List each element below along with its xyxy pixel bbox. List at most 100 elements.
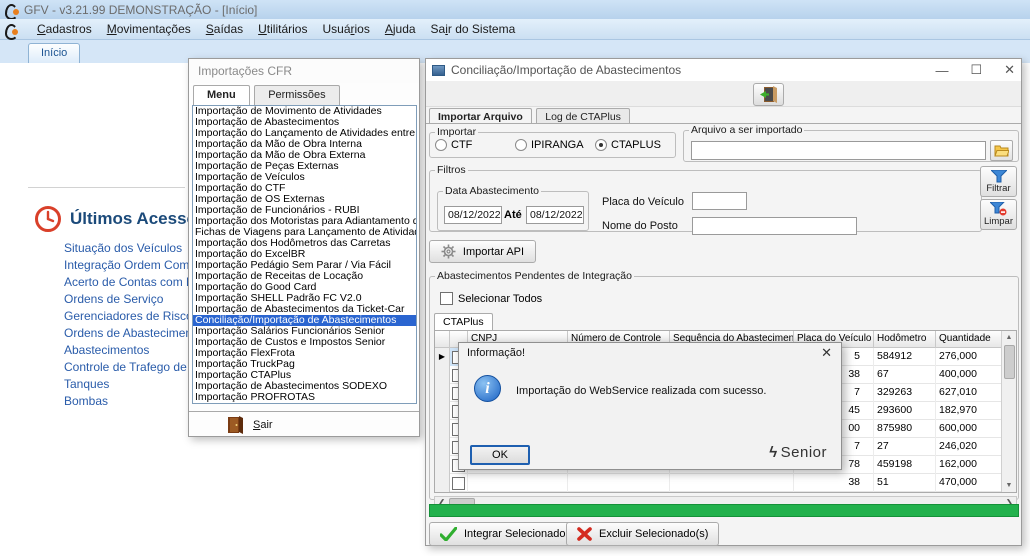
row-checkbox[interactable] <box>452 476 465 490</box>
tab-permissoes[interactable]: Permissões <box>254 85 340 105</box>
maximize-button[interactable]: ☐ <box>970 62 982 78</box>
posto-label: Nome do Posto <box>602 220 678 232</box>
home-link[interactable]: Controle de Trafego de Veíc <box>64 359 213 376</box>
home-link[interactable]: Gerenciadores de Risco <box>64 308 194 325</box>
menubar-item-ajuda[interactable]: Ajuda <box>385 22 416 36</box>
selecionar-todos-checkbox[interactable] <box>440 292 453 305</box>
home-link[interactable]: Abastecimentos <box>64 342 194 359</box>
tab-menu[interactable]: Menu <box>193 85 250 105</box>
exit-door-icon <box>759 86 777 103</box>
menubar-item-utilit-rios[interactable]: Utilitários <box>258 22 307 36</box>
home-link[interactable]: Integração Ordem Compra <box>64 257 207 274</box>
senior-logo: ϟ Senior <box>769 444 827 461</box>
row-indicator[interactable] <box>435 420 450 438</box>
scroll-up-icon[interactable]: ▲ <box>1002 331 1016 344</box>
app-window: GFV - v3.21.99 DEMONSTRAÇÃO - [Início] C… <box>0 0 1030 556</box>
filtrar-button[interactable]: Filtrar <box>980 166 1017 197</box>
row-indicator[interactable]: ▶ <box>435 348 450 366</box>
mdi-child-icon[interactable] <box>5 23 18 40</box>
menubar-item-sair-do-sistema[interactable]: Sair do Sistema <box>431 22 516 36</box>
ate-label: Até <box>504 209 522 221</box>
gear-icon <box>441 244 456 259</box>
table-row: 38 51 470,000 <box>435 474 1016 492</box>
cell <box>568 474 670 492</box>
home-link[interactable]: Tanques <box>64 376 194 393</box>
menubar-item-cadastros[interactable]: Cadastros <box>37 22 92 36</box>
vertical-scroll-thumb[interactable] <box>1004 345 1015 379</box>
limpar-button[interactable]: Limpar <box>980 199 1017 230</box>
informacao-dialog: Informação! ✕ i Importação do WebService… <box>458 342 842 470</box>
home-link[interactable]: Ordens de Serviço <box>64 291 194 308</box>
menubar-item-movimenta-es[interactable]: Movimentações <box>107 22 191 36</box>
radio-option-ctf[interactable]: CTF <box>435 139 515 151</box>
radio-circle <box>435 139 447 151</box>
data-inicial-input[interactable]: 08/12/2022 <box>444 206 502 224</box>
cell <box>670 474 794 492</box>
column-header[interactable]: Quantidade <box>936 331 1002 348</box>
row-indicator[interactable] <box>435 366 450 384</box>
cell: 329263 <box>874 384 936 402</box>
importar-radios: CTF IPIRANGA CTAPLUS <box>430 139 675 151</box>
scroll-down-icon[interactable]: ▼ <box>1002 479 1016 492</box>
ok-button[interactable]: OK <box>470 445 530 465</box>
posto-input[interactable] <box>692 217 857 235</box>
importar-api-button[interactable]: Importar API <box>429 240 536 263</box>
sair-button[interactable]: Sair <box>227 416 273 434</box>
last-access-title: Últimos Acessos <box>70 209 207 228</box>
pendentes-legend: Abastecimentos Pendentes de Integração <box>437 270 632 282</box>
row-indicator[interactable] <box>435 474 450 492</box>
conciliacao-tabs: Importar Arquivo Log de CTAPlus <box>429 107 630 125</box>
data-final-input[interactable]: 08/12/2022 <box>526 206 584 224</box>
cell: 584912 <box>874 348 936 366</box>
main-menubar: Cadastros Movimentações Saídas Utilitários U… <box>0 19 1030 40</box>
filtros-groupbox: Filtros Data Abastecimento 08/12/2022 At… <box>429 164 982 235</box>
browse-folder-button[interactable] <box>990 140 1013 161</box>
excluir-selecionados-button[interactable]: Excluir Selecionado(s) <box>566 522 720 546</box>
tab-inicio[interactable]: Início <box>28 43 81 63</box>
check-icon <box>440 527 457 541</box>
radio-label: CTF <box>451 139 473 151</box>
column-header-blank[interactable] <box>435 331 450 348</box>
radio-option-ipiranga[interactable]: IPIRANGA <box>515 139 595 151</box>
radio-option-ctaplus[interactable]: CTAPLUS <box>595 139 675 151</box>
placa-input[interactable] <box>692 192 747 210</box>
cell: 875980 <box>874 420 936 438</box>
progress-bar <box>429 504 1019 517</box>
home-link[interactable]: Bombas <box>64 393 194 410</box>
tab-ctaplus[interactable]: CTAPlus <box>434 313 493 330</box>
home-link[interactable]: Ordens de Abastecimento <box>64 325 202 342</box>
folder-icon <box>994 145 1009 156</box>
cell: 182,970 <box>936 402 1002 420</box>
menubar-item-usu-rios[interactable]: Usuários <box>322 22 369 36</box>
cfr-window: Importações CFR Menu Permissões Importaç… <box>188 58 420 437</box>
arquivo-input[interactable] <box>691 141 986 160</box>
home-link[interactable]: Acerto de Contas com Mot <box>64 274 206 291</box>
filter-clear-icon <box>990 202 1007 216</box>
cell: 38 <box>794 474 874 492</box>
home-link[interactable]: Situação dos Veículos <box>64 240 194 257</box>
cfr-menu-item[interactable]: Importação PROFROTAS <box>193 392 416 403</box>
row-indicator[interactable] <box>435 402 450 420</box>
cell: 27 <box>874 438 936 456</box>
grid-vertical-scrollbar[interactable]: ▲ ▼ <box>1001 331 1016 492</box>
menubar-item-sa-das[interactable]: Saídas <box>206 22 243 36</box>
row-indicator[interactable] <box>435 384 450 402</box>
dialog-close-icon[interactable]: ✕ <box>821 345 832 361</box>
data-abastecimento-groupbox: Data Abastecimento 08/12/2022 Até 08/12/… <box>437 185 589 231</box>
last-access-header: Últimos Acessos <box>34 205 206 233</box>
row-indicator[interactable] <box>435 438 450 456</box>
cell <box>468 474 568 492</box>
row-indicator[interactable] <box>435 456 450 474</box>
column-header[interactable]: Hodômetro <box>874 331 936 348</box>
cell: 276,000 <box>936 348 1002 366</box>
row-checkbox-cell <box>450 474 468 492</box>
dialog-title: Informação! <box>467 347 526 359</box>
close-button[interactable]: ✕ <box>1004 62 1015 78</box>
menubar-items: Cadastros Movimentações Saídas Utilitários U… <box>37 22 515 36</box>
minimize-button[interactable]: — <box>935 63 948 78</box>
cell: 600,000 <box>936 420 1002 438</box>
senior-glyph-icon: ϟ <box>769 444 778 461</box>
placa-label: Placa do Veículo <box>602 196 684 208</box>
importar-arquivo-panel: Importar CTF IPIRANGA CTAPLUS Arquivo a se… <box>426 123 1021 546</box>
exit-door-button[interactable] <box>753 83 784 106</box>
